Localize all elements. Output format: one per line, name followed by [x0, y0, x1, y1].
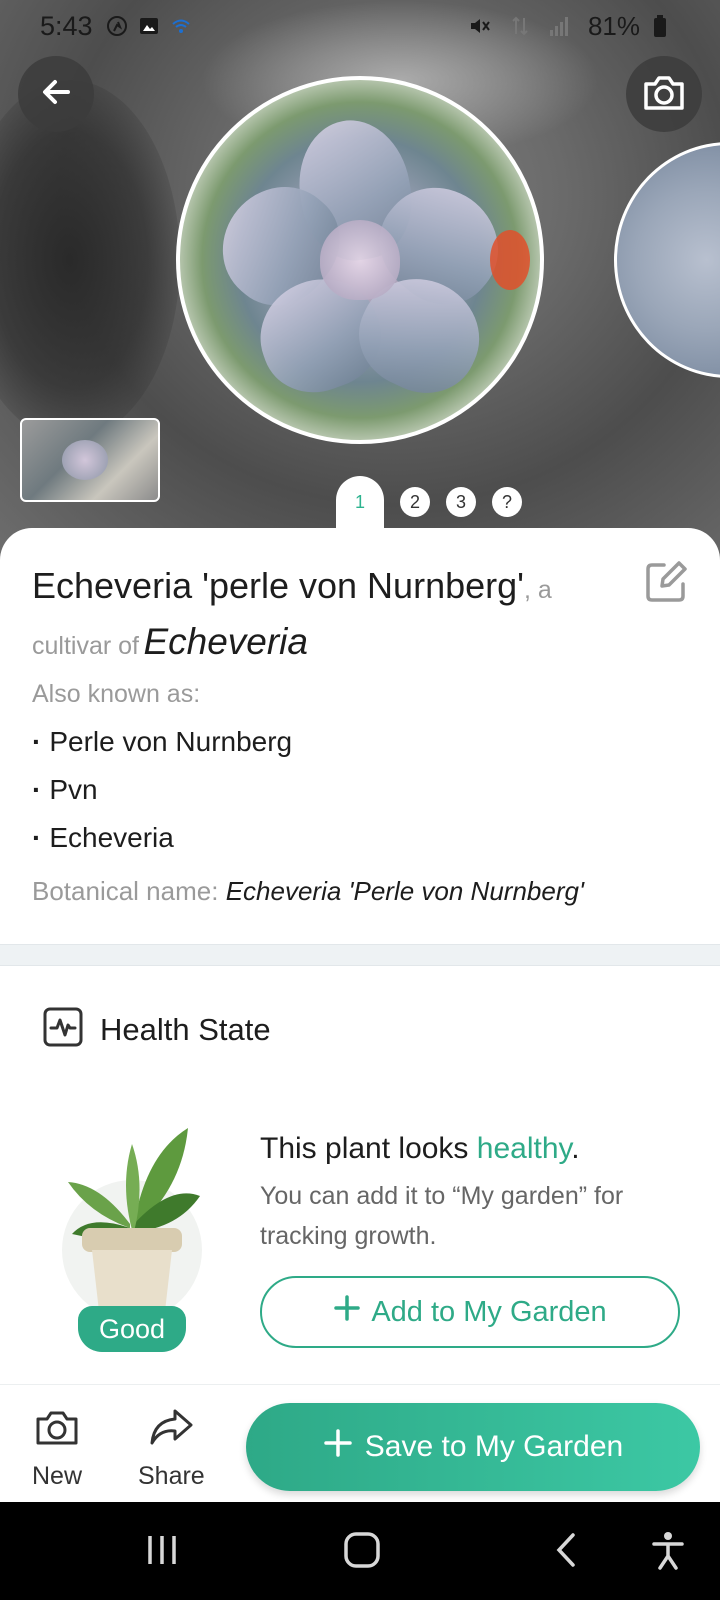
share-icon: [148, 1407, 194, 1454]
health-state-header: Health State: [42, 1006, 271, 1053]
page-tab-unknown[interactable]: ?: [492, 487, 522, 517]
plant-common-name: Echeveria 'perle von Nurnberg': [32, 565, 525, 606]
accessibility-button[interactable]: [646, 1530, 690, 1574]
signal-icon: [548, 14, 572, 38]
share-label: Share: [138, 1462, 205, 1490]
camera-outline-icon: [35, 1407, 79, 1454]
plant-genus[interactable]: Echeveria: [143, 621, 308, 662]
add-to-my-garden-button[interactable]: Add to My Garden: [260, 1276, 680, 1348]
recents-icon: [144, 1532, 180, 1573]
battery-percent: 81%: [587, 10, 640, 41]
back-button[interactable]: [18, 56, 94, 132]
health-badge-good: Good: [78, 1306, 186, 1352]
plant-info-card: Echeveria 'perle von Nurnberg', a cultiv…: [0, 528, 720, 944]
battery-icon: [648, 14, 672, 38]
health-pulse-icon: [42, 1006, 84, 1053]
add-to-my-garden-label: Add to My Garden: [371, 1295, 607, 1328]
gallery-icon: [137, 14, 161, 38]
health-description: You can add it to “My garden” for tracki…: [260, 1182, 624, 1250]
recents-button[interactable]: [140, 1530, 184, 1574]
aka-label: Also known as:: [32, 680, 201, 708]
plant-photo-carousel[interactable]: 5:43 81% 1 2 3 ?: [0, 0, 720, 560]
aka-item: Echeveria: [32, 814, 292, 862]
new-scan-button[interactable]: New: [32, 1407, 82, 1491]
edit-icon: [644, 561, 688, 608]
wifi-icon: [169, 14, 193, 38]
page-tab-2[interactable]: 2: [400, 487, 430, 517]
nav-back-button[interactable]: [544, 1530, 588, 1574]
save-to-my-garden-label: Save to My Garden: [364, 1430, 624, 1463]
save-to-my-garden-button[interactable]: Save to My Garden: [246, 1403, 700, 1491]
bottom-action-bar: New Share Save to My Garden: [0, 1384, 720, 1502]
home-button[interactable]: [340, 1530, 384, 1574]
section-divider: [0, 944, 720, 966]
plant-photo-main[interactable]: [176, 76, 544, 444]
page-tab-1[interactable]: 1: [336, 476, 384, 528]
plant-title: Echeveria 'perle von Nurnberg', a cultiv…: [32, 562, 632, 674]
camera-button[interactable]: [626, 56, 702, 132]
share-button[interactable]: Share: [138, 1407, 205, 1491]
botanical-label: Botanical name:: [32, 876, 219, 906]
mute-icon: [468, 14, 492, 38]
status-time: 5:43: [40, 10, 93, 41]
plus-icon: [333, 1294, 361, 1330]
botanical-name: Botanical name: Echeveria 'Perle von Nur…: [32, 876, 584, 907]
new-label: New: [32, 1462, 83, 1490]
uploaded-photo-thumbnail[interactable]: [20, 418, 160, 502]
aka-item: Pvn: [32, 766, 292, 814]
data-icon: [508, 14, 532, 38]
plus-icon: [323, 1428, 353, 1466]
cultivar-prefix: , a: [524, 576, 552, 604]
status-bar: 5:43 81%: [0, 0, 720, 52]
aka-list: Perle von Nurnberg Pvn Echeveria: [32, 718, 292, 862]
back-icon: [38, 74, 74, 115]
accessibility-icon: [650, 1530, 686, 1575]
health-status-suffix: .: [571, 1132, 580, 1165]
activity-icon: [105, 14, 129, 38]
health-status-prefix: This plant looks: [260, 1132, 477, 1165]
system-nav-bar: [0, 1502, 720, 1600]
health-title: Health State: [100, 1011, 271, 1047]
cultivar-of-label: cultivar of: [32, 632, 139, 660]
health-status-text: This plant looks healthy.: [260, 1132, 580, 1166]
botanical-value: Echeveria 'Perle von Nurnberg': [225, 876, 584, 906]
health-status-word: healthy: [476, 1132, 572, 1165]
edit-button[interactable]: [644, 560, 688, 604]
background-blur: [0, 80, 180, 440]
aka-item: Perle von Nurnberg: [32, 718, 292, 766]
camera-icon: [642, 72, 686, 117]
plant-photo-next[interactable]: [614, 142, 720, 378]
nav-back-icon: [551, 1531, 581, 1574]
home-icon: [343, 1531, 381, 1574]
page-tab-3[interactable]: 3: [446, 487, 476, 517]
